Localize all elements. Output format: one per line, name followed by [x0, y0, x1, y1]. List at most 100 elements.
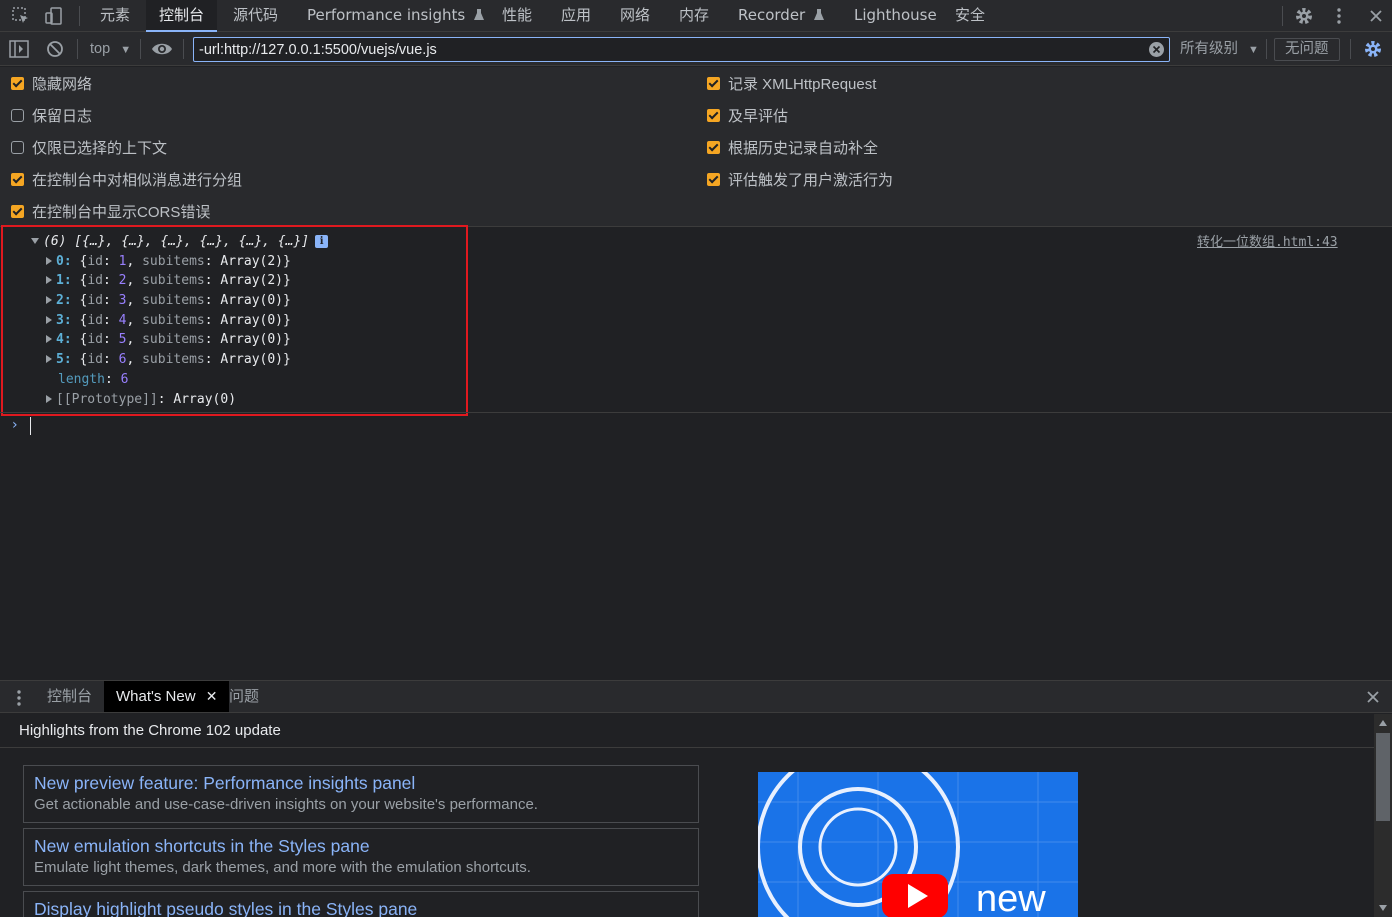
checkbox-checked[interactable] [707, 172, 720, 186]
setting-label: 保留日志 [32, 107, 93, 125]
card-title[interactable]: New emulation shortcuts in the Styles pa… [34, 835, 688, 857]
setting-label: 根据历史记录自动补全 [728, 139, 879, 157]
setting-eager-evaluation[interactable]: 及早评估 [707, 99, 893, 131]
tab-memory[interactable]: 内存 [679, 0, 709, 31]
drawer-tab-console[interactable]: 控制台 [47, 681, 92, 712]
setting-label: 隐藏网络 [32, 75, 93, 93]
issues-button[interactable]: 无问题 [1274, 38, 1340, 61]
whats-new-card[interactable]: New emulation shortcuts in the Styles pa… [23, 828, 699, 886]
setting-preserve-log[interactable]: 保留日志 [11, 99, 242, 131]
highlight-box [1, 225, 468, 416]
tab-lighthouse[interactable]: Lighthouse [854, 0, 937, 31]
tab-elements[interactable]: 元素 [100, 0, 130, 31]
show-sidebar-icon[interactable] [9, 40, 29, 58]
checkbox-unchecked[interactable] [11, 108, 24, 122]
chrome-logo-graphic: new [758, 772, 1078, 917]
console-settings-gear-icon[interactable] [1363, 39, 1383, 59]
device-toolbar-icon[interactable] [42, 4, 66, 28]
scroll-down-arrow-icon[interactable] [1379, 905, 1387, 911]
settings-right-column: 记录 XMLHttpRequest 及早评估 根据历史记录自动补全 评估触发了用… [707, 67, 893, 195]
whats-new-card[interactable]: New preview feature: Performance insight… [23, 765, 699, 823]
drawer-tab-label: What's New [116, 688, 196, 705]
log-levels-dropdown[interactable]: 所有级别 ▼ [1180, 32, 1259, 67]
live-expression-eye-icon[interactable] [151, 41, 173, 57]
tab-network[interactable]: 网络 [620, 0, 650, 31]
drawer-menu-icon[interactable] [16, 689, 22, 707]
console-prompt-icon: › [12, 417, 18, 433]
checkbox-checked[interactable] [707, 140, 720, 154]
console-settings-pane: 隐藏网络 保留日志 仅限已选择的上下文 在控制台中对相似消息进行分组 在控制台中… [0, 67, 1392, 227]
close-devtools-icon[interactable] [1364, 4, 1388, 28]
card-title[interactable]: New preview feature: Performance insight… [34, 772, 688, 794]
tab-recorder[interactable]: Recorder [738, 0, 825, 31]
promo-text: new [976, 878, 1046, 917]
console-divider [0, 412, 1392, 413]
clear-console-icon[interactable] [46, 40, 64, 58]
toolbar-divider [79, 6, 80, 26]
scrollbar-thumb[interactable] [1376, 733, 1390, 821]
setting-label: 在控制台中对相似消息进行分组 [32, 171, 243, 189]
setting-log-xhr[interactable]: 记录 XMLHttpRequest [707, 67, 893, 99]
setting-hide-network[interactable]: 隐藏网络 [11, 67, 242, 99]
setting-user-activation-eval[interactable]: 评估触发了用户激活行为 [707, 163, 893, 195]
dropdown-caret-icon: ▼ [1248, 44, 1259, 56]
log-levels-value: 所有级别 [1180, 41, 1238, 57]
context-value: top [90, 41, 111, 57]
close-drawer-icon[interactable] [1366, 690, 1380, 704]
toolbar-divider [140, 39, 141, 59]
tab-sources[interactable]: 源代码 [233, 0, 278, 31]
toolbar-divider [183, 39, 184, 59]
whats-new-heading: Highlights from the Chrome 102 update [0, 714, 1374, 748]
setting-selected-context-only[interactable]: 仅限已选择的上下文 [11, 131, 242, 163]
console-filter-box [193, 37, 1170, 62]
toolbar-divider [1282, 6, 1283, 26]
setting-label: 仅限已选择的上下文 [32, 139, 168, 157]
tab-console[interactable]: 控制台 [146, 0, 218, 32]
scroll-up-arrow-icon[interactable] [1379, 720, 1387, 726]
console-input-caret[interactable] [30, 417, 31, 435]
settings-left-column: 隐藏网络 保留日志 仅限已选择的上下文 在控制台中对相似消息进行分组 在控制台中… [11, 67, 242, 227]
card-description: Emulate light themes, dark themes, and m… [34, 859, 531, 876]
toolbar-divider [1266, 39, 1267, 59]
setting-label: 记录 XMLHttpRequest [728, 75, 877, 93]
drawer-tab-issues[interactable]: 问题 [229, 681, 259, 712]
filter-input[interactable] [194, 38, 1144, 61]
toolbar-divider [77, 39, 78, 59]
source-link[interactable]: 转化一位数组.html:43 [1197, 231, 1338, 250]
tab-recorder-label: Recorder [738, 6, 806, 24]
setting-label: 评估触发了用户激活行为 [728, 171, 894, 189]
experiment-flask-icon [473, 9, 484, 21]
checkbox-checked[interactable] [707, 108, 720, 122]
drawer-tab-bar: 控制台 What's New ✕ 问题 [0, 680, 1392, 713]
setting-group-similar[interactable]: 在控制台中对相似消息进行分组 [11, 163, 242, 195]
checkbox-checked[interactable] [707, 76, 720, 90]
setting-show-cors-errors[interactable]: 在控制台中显示CORS错误 [11, 195, 242, 227]
setting-autocomplete-history[interactable]: 根据历史记录自动补全 [707, 131, 893, 163]
setting-label: 在控制台中显示CORS错误 [32, 203, 211, 221]
card-description: Get actionable and use-case-driven insig… [34, 796, 538, 813]
tab-security[interactable]: 安全 [955, 0, 985, 31]
checkbox-unchecked[interactable] [11, 140, 24, 154]
tab-performance-insights[interactable]: Performance insights [307, 0, 484, 31]
console-toolbar: top ▼ 所有级别 ▼ 无问题 [0, 32, 1392, 66]
tab-performance[interactable]: 性能 [502, 0, 532, 31]
toolbar-divider [1350, 39, 1351, 59]
settings-gear-icon[interactable] [1292, 4, 1316, 28]
clear-filter-icon[interactable] [1149, 42, 1164, 57]
drawer-tab-whats-new[interactable]: What's New ✕ [104, 681, 230, 712]
devtools-tab-bar: 元素 控制台 源代码 Performance insights 性能 应用 网络… [0, 0, 1392, 32]
dropdown-caret-icon: ▼ [120, 44, 132, 56]
checkbox-checked[interactable] [11, 172, 24, 186]
close-tab-icon[interactable]: ✕ [206, 688, 218, 704]
inspect-element-icon[interactable] [9, 4, 33, 28]
tab-application[interactable]: 应用 [561, 0, 591, 31]
whats-new-video-thumbnail[interactable]: new [758, 772, 1078, 917]
checkbox-checked[interactable] [11, 204, 24, 218]
setting-label: 及早评估 [728, 107, 789, 125]
whats-new-card[interactable]: Display highlight pseudo styles in the S… [23, 891, 699, 917]
checkbox-checked[interactable] [11, 76, 24, 90]
card-title[interactable]: Display highlight pseudo styles in the S… [34, 898, 688, 917]
context-selector[interactable]: top ▼ [90, 32, 131, 67]
more-options-icon[interactable] [1327, 4, 1351, 28]
experiment-flask-icon [814, 9, 825, 21]
